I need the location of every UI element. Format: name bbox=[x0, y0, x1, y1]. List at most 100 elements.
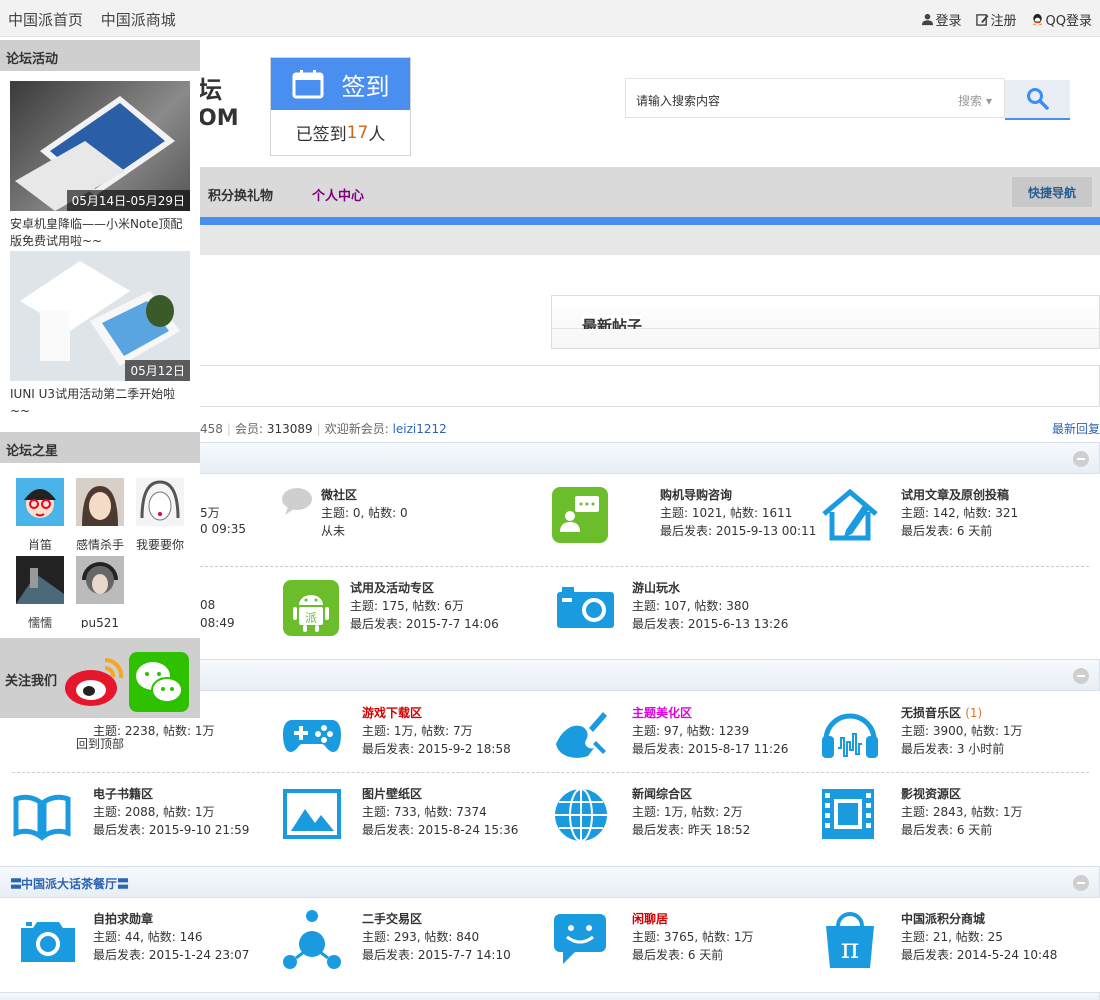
theme-brush-icon bbox=[556, 712, 607, 758]
divider bbox=[12, 772, 1089, 773]
avatar bbox=[16, 556, 64, 604]
book-icon bbox=[13, 794, 71, 841]
members-label: 会员: bbox=[234, 422, 263, 436]
forum-name[interactable]: 图片壁纸区 bbox=[362, 785, 422, 802]
activity-date: 05月12日 bbox=[125, 360, 190, 381]
category-title[interactable]: 〓中国派大话茶餐厅〓 bbox=[10, 875, 129, 892]
star-name: 懦懦 bbox=[27, 616, 52, 628]
shopping-bag-icon: π bbox=[826, 912, 874, 968]
category-header-3: 〓中国派大话茶餐厅〓 bbox=[0, 866, 1100, 898]
welcome-label: 欢迎新会员: bbox=[324, 422, 389, 436]
home-link[interactable]: 中国派首页 bbox=[8, 11, 83, 29]
gamepad-icon bbox=[283, 720, 341, 752]
house-pen-icon bbox=[822, 488, 878, 541]
forum-name[interactable]: 游戏下载区 bbox=[362, 704, 422, 721]
back-to-top-button[interactable]: 回到顶部 bbox=[76, 735, 124, 752]
search-type-select[interactable]: 搜索 ▾ bbox=[958, 92, 992, 109]
forum-name[interactable]: 试用及活动专区 bbox=[350, 579, 434, 596]
forum-name[interactable]: 主题美化区 bbox=[632, 704, 692, 721]
nav-item-points-gift[interactable]: 积分换礼物 bbox=[208, 185, 273, 204]
avatar bbox=[76, 556, 124, 604]
posts-count: 458 bbox=[200, 422, 223, 436]
star-member[interactable]: 肖笛 bbox=[16, 478, 64, 550]
latest-posts-box: 最新帖子 bbox=[551, 295, 1100, 349]
forum-name[interactable]: 购机导购咨询 bbox=[660, 486, 732, 503]
divider bbox=[200, 566, 1089, 567]
forum-name[interactable]: 电子书籍区 bbox=[93, 785, 153, 802]
svg-text:派: 派 bbox=[305, 611, 317, 625]
follow-title: 关注我们 bbox=[5, 674, 58, 689]
wechat-icon[interactable] bbox=[129, 652, 189, 712]
star-member[interactable]: pu521 bbox=[76, 556, 124, 628]
forum-name[interactable]: 影视资源区 bbox=[901, 785, 961, 802]
star-name: 我要要你 bbox=[135, 538, 184, 550]
mall-link[interactable]: 中国派商城 bbox=[101, 11, 176, 29]
floating-sidebar: 论坛活动 05月14日-05月29日 安卓机皇降临——小米Note顶配版免费试用… bbox=[0, 40, 200, 718]
film-icon bbox=[822, 789, 874, 839]
collapse-icon[interactable] bbox=[1073, 451, 1089, 467]
search-input[interactable]: 请输入搜索内容 搜索 ▾ bbox=[625, 78, 1005, 118]
forum-name[interactable]: 二手交易区 bbox=[362, 910, 422, 927]
qq-login-link[interactable]: QQ登录 bbox=[1031, 10, 1092, 29]
search-icon bbox=[1026, 88, 1049, 110]
weibo-icon[interactable] bbox=[63, 656, 125, 708]
qq-icon bbox=[1032, 13, 1042, 26]
category-header-4 bbox=[0, 992, 1100, 1000]
latest-posts-title[interactable]: 最新帖子 bbox=[582, 315, 643, 329]
star-name: pu521 bbox=[80, 616, 120, 628]
login-link[interactable]: 登录 bbox=[921, 10, 962, 29]
star-member[interactable]: 我要要你 bbox=[136, 478, 184, 550]
avatar bbox=[16, 478, 64, 526]
latest-reply-link[interactable]: 最新回复 bbox=[1052, 420, 1100, 437]
signed-suffix: 人 bbox=[368, 125, 386, 145]
camera-icon bbox=[557, 587, 614, 628]
logo-domain: OM bbox=[198, 106, 239, 131]
share-nodes-icon bbox=[283, 910, 341, 969]
activity-date: 05月14日-05月29日 bbox=[66, 190, 190, 211]
activity-title: 论坛活动 bbox=[0, 40, 200, 71]
star-name: 肖笛 bbox=[27, 538, 52, 550]
advisor-icon bbox=[552, 487, 608, 543]
activity-caption[interactable]: IUNI U3试用活动第二季开始啦~~ bbox=[10, 386, 192, 420]
activity-thumbnail[interactable]: 05月14日-05月29日 bbox=[10, 81, 190, 211]
logo-text[interactable]: 坛 bbox=[198, 70, 222, 105]
calendar-icon bbox=[292, 70, 323, 99]
user-icon bbox=[921, 13, 933, 26]
new-member-link[interactable]: leizi1212 bbox=[393, 422, 447, 436]
svg-text:π: π bbox=[841, 932, 859, 965]
quick-nav-button[interactable]: 快捷导航 bbox=[1012, 177, 1092, 207]
signin-widget[interactable]: 签到 已签到 17 人 bbox=[270, 57, 411, 156]
forum-name[interactable]: 自拍求勋章 bbox=[93, 910, 153, 927]
signed-count: 17 bbox=[346, 122, 369, 143]
avatar bbox=[76, 478, 124, 526]
new-posts-count: (1) bbox=[965, 706, 983, 720]
camera-icon bbox=[21, 922, 75, 962]
nav-item-personal-center[interactable]: 个人中心 bbox=[312, 185, 364, 204]
forum-name[interactable]: 中国派积分商城 bbox=[901, 910, 985, 927]
smile-chat-icon bbox=[554, 914, 606, 964]
chat-bubble-icon bbox=[282, 488, 312, 515]
top-bar: 中国派首页 中国派商城 登录 注册 QQ登录 bbox=[0, 0, 1100, 37]
signin-label: 签到 bbox=[341, 72, 390, 101]
search-placeholder: 请输入搜索内容 bbox=[636, 94, 721, 108]
signed-prefix: 已签到 bbox=[295, 125, 347, 145]
members-count: 313089 bbox=[266, 422, 313, 436]
android-icon: 派 bbox=[283, 580, 339, 636]
forum-name[interactable]: 无损音乐区 (1) bbox=[901, 704, 982, 721]
register-link[interactable]: 注册 bbox=[975, 10, 1017, 29]
search-button[interactable] bbox=[1005, 80, 1070, 120]
star-member[interactable]: 感情杀手 bbox=[76, 478, 124, 550]
forum-name[interactable]: 微社区 bbox=[321, 486, 357, 503]
forum-name[interactable]: 游山玩水 bbox=[632, 579, 680, 596]
collapse-icon[interactable] bbox=[1073, 668, 1089, 684]
edit-icon bbox=[975, 14, 989, 26]
collapse-icon[interactable] bbox=[1073, 875, 1089, 891]
star-member[interactable]: 懦懦 bbox=[16, 556, 64, 628]
forum-name[interactable]: 试用文章及原创投稿 bbox=[901, 486, 1009, 503]
activity-caption[interactable]: 安卓机皇降临——小米Note顶配版免费试用啦~~ bbox=[10, 216, 192, 250]
activity-thumbnail[interactable]: 05月12日 bbox=[10, 251, 190, 381]
forum-name[interactable]: 闲聊居 bbox=[632, 910, 668, 927]
stars-title: 论坛之星 bbox=[0, 432, 200, 463]
forum-name[interactable]: 新闻综合区 bbox=[632, 785, 692, 802]
globe-icon bbox=[555, 788, 607, 842]
